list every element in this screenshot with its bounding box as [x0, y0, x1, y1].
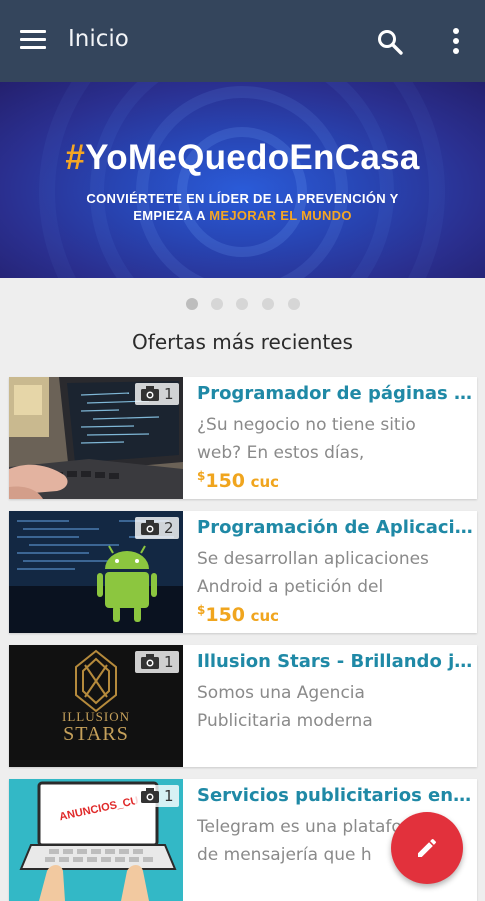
photo-count-badge: 2 — [135, 517, 179, 539]
listing-thumbnail-illusion-stars: ILLUSION STARS 1 — [9, 645, 183, 767]
pencil-icon — [418, 838, 437, 857]
camera-icon — [141, 654, 159, 669]
page-title: Inicio — [68, 26, 129, 52]
listing-price: $150 cuc — [197, 469, 280, 492]
carousel-dot-1[interactable] — [186, 298, 198, 310]
listing-card[interactable]: ILLUSION STARS 1 Illusion Stars - Brilla… — [9, 645, 477, 767]
carousel-indicator — [0, 296, 485, 312]
listing-description: Somos una Agencia Publicitaria moderna — [197, 683, 373, 731]
more-vert-icon[interactable] — [446, 26, 466, 56]
listing-thumbnail-anuncios: ANUNCIOS_CU 1 — [9, 779, 183, 901]
banner-headline: #YoMeQuedoEnCasa — [65, 138, 420, 177]
listing-title[interactable]: Programación de Aplicacio... — [197, 517, 473, 538]
carousel-dot-4[interactable] — [262, 298, 274, 310]
listing-thumbnail-android: 2 — [9, 511, 183, 633]
carousel-dot-5[interactable] — [288, 298, 300, 310]
listing-card[interactable]: 1 Programador de páginas w... ¿Su negoci… — [9, 377, 477, 499]
photo-count: 2 — [164, 519, 174, 537]
photo-count-badge: 1 — [135, 651, 179, 673]
banner-subtitle-2: EMPIEZA A MEJORAR EL MUNDO — [133, 208, 352, 223]
camera-icon — [141, 386, 159, 401]
carousel-dot-2[interactable] — [211, 298, 223, 310]
photo-count: 1 — [164, 653, 174, 671]
listing-thumbnail-laptop: 1 — [9, 377, 183, 499]
listing-description: ¿Su negocio no tiene sitio web? En estos … — [197, 415, 416, 463]
listing-title[interactable]: Servicios publicitarios en Te... — [197, 785, 473, 806]
app-bar: Inicio — [0, 0, 485, 82]
create-listing-button[interactable] — [391, 812, 463, 884]
listing-card[interactable]: 2 Programación de Aplicacio... Se desarr… — [9, 511, 477, 633]
listing-price: $150 cuc — [197, 603, 280, 626]
photo-count-badge: 1 — [135, 383, 179, 405]
illusion-stars-logo-text-2: STARS — [63, 723, 129, 745]
menu-icon[interactable] — [20, 30, 46, 52]
search-icon[interactable] — [376, 28, 404, 56]
camera-icon — [141, 520, 159, 535]
photo-count: 1 — [164, 787, 174, 805]
listing-title[interactable]: Illusion Stars - Brillando junt... — [197, 651, 473, 672]
listing-description: Se desarrollan aplicaciones Android a pet… — [197, 549, 429, 597]
banner-background-rings — [39, 82, 445, 278]
listing-title[interactable]: Programador de páginas w... — [197, 383, 473, 404]
promo-banner[interactable]: #YoMeQuedoEnCasa CONVIÉRTETE EN LÍDER DE… — [0, 82, 485, 278]
banner-subtitle-1: CONVIÉRTETE EN LÍDER DE LA PREVENCIÓN Y — [86, 191, 399, 206]
photo-count: 1 — [164, 385, 174, 403]
carousel-dot-3[interactable] — [236, 298, 248, 310]
camera-icon — [141, 788, 159, 803]
section-title: Ofertas más recientes — [132, 330, 353, 354]
photo-count-badge: 1 — [135, 785, 179, 807]
